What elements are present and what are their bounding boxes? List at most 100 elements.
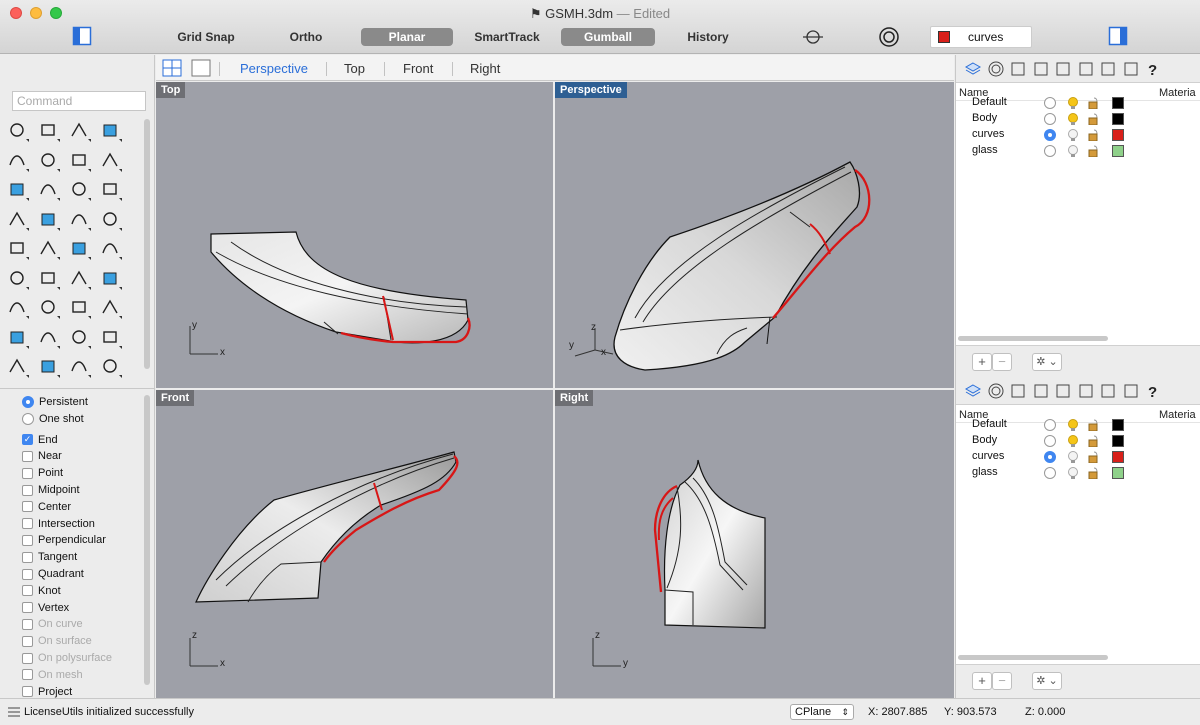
lightbulb-icon[interactable] [1066, 466, 1080, 480]
grid-icon[interactable] [68, 326, 96, 354]
checkbox[interactable] [22, 484, 33, 496]
materials-icon[interactable] [987, 382, 1005, 400]
tab-perspective[interactable]: Perspective [240, 61, 308, 76]
circle-icon[interactable] [6, 149, 34, 177]
horizontal-scrollbar[interactable] [958, 336, 1108, 341]
lightbulb-icon[interactable] [1066, 434, 1080, 448]
current-layer-radio[interactable] [1044, 129, 1056, 141]
osnap-quadrant[interactable]: Quadrant [22, 566, 84, 582]
osnap-on-curve[interactable]: On curve [22, 616, 83, 632]
ellipse-icon[interactable] [37, 149, 65, 177]
rebuild-icon[interactable] [68, 267, 96, 295]
box-icon[interactable] [6, 208, 34, 236]
checkbox[interactable] [22, 652, 33, 664]
extrude-icon[interactable] [99, 208, 127, 236]
layer-color-swatch[interactable] [1112, 145, 1124, 157]
checkbox[interactable] [22, 450, 33, 462]
lightbulb-icon[interactable] [1066, 144, 1080, 158]
horizontal-scrollbar[interactable] [958, 655, 1108, 660]
checkbox[interactable] [22, 618, 33, 630]
properties-icon[interactable] [1099, 60, 1117, 78]
lightbulb-icon[interactable] [1066, 96, 1080, 110]
planar-toggle[interactable]: Planar [361, 28, 453, 46]
lightbulb-icon[interactable] [1066, 128, 1080, 142]
current-layer-radio[interactable] [1044, 467, 1056, 479]
osnap-midpoint[interactable]: Midpoint [22, 482, 80, 498]
layer-color-swatch[interactable] [1112, 419, 1124, 431]
curve-icon[interactable] [99, 119, 127, 147]
layer-name[interactable]: Default [972, 96, 1007, 108]
add-layer-button[interactable]: + [972, 353, 992, 371]
arc-icon[interactable] [6, 178, 34, 206]
move-icon[interactable] [37, 296, 65, 324]
checkbox[interactable] [22, 467, 33, 479]
polyline-icon[interactable] [68, 119, 96, 147]
osnap-perpendicular[interactable]: Perpendicular [22, 532, 106, 548]
osnap-center[interactable]: Center [22, 499, 71, 515]
layer-color-swatch[interactable] [1112, 97, 1124, 109]
display-icon[interactable] [1122, 60, 1140, 78]
split-icon[interactable] [68, 237, 96, 265]
layout-icon[interactable] [99, 326, 127, 354]
viewport-perspective[interactable]: Perspective z y x [555, 82, 954, 388]
help-icon[interactable]: ? [1144, 382, 1162, 401]
edit-icon[interactable] [99, 296, 127, 324]
osnap-icon[interactable] [802, 27, 824, 47]
transform-icon[interactable] [6, 237, 34, 265]
lock-icon[interactable] [1088, 97, 1100, 110]
checkbox[interactable] [22, 635, 33, 647]
materials-icon[interactable] [987, 60, 1005, 78]
osnap-persistent[interactable]: Persistent [22, 394, 88, 410]
layer-row[interactable]: glass [956, 465, 1200, 481]
osnap-on-polysurface[interactable]: On polysurface [22, 650, 112, 666]
layer-row[interactable]: Default [956, 95, 1200, 111]
checkbox[interactable]: ✓ [22, 434, 33, 446]
layer-name[interactable]: glass [972, 466, 998, 478]
lock-icon[interactable] [1088, 145, 1100, 158]
tab-top[interactable]: Top [344, 61, 365, 76]
osnap-tangent[interactable]: Tangent [22, 549, 77, 565]
toggle-left-sidebar-icon[interactable] [72, 26, 94, 46]
lightbulb-icon[interactable] [1066, 450, 1080, 464]
checkbox[interactable] [22, 669, 33, 681]
layers-icon[interactable] [964, 60, 982, 78]
notes-icon[interactable] [1077, 382, 1095, 400]
lock-icon[interactable] [1088, 129, 1100, 142]
checkbox[interactable] [22, 501, 33, 513]
check-icon[interactable] [37, 355, 65, 383]
layer-row[interactable]: glass [956, 143, 1200, 159]
checkbox[interactable] [22, 568, 33, 580]
object-icon[interactable] [1032, 382, 1050, 400]
osnap-end[interactable]: ✓ End [22, 432, 58, 448]
layer-row[interactable]: Body [956, 111, 1200, 127]
layer-name[interactable]: Default [972, 418, 1007, 430]
point-icon[interactable] [37, 119, 65, 147]
osnap-one-shot[interactable]: One shot [22, 411, 84, 427]
add-layer-button[interactable]: + [972, 672, 992, 690]
osnap-knot[interactable]: Knot [22, 583, 61, 599]
osnap-scrollbar[interactable] [144, 395, 150, 685]
light-icon[interactable] [99, 355, 127, 383]
smarttrack-toggle[interactable]: SmartTrack [470, 28, 544, 46]
current-layer-selector[interactable]: curves [930, 26, 1032, 48]
osnap-intersection[interactable]: Intersection [22, 516, 95, 532]
dimension-icon[interactable] [37, 326, 65, 354]
polygon-icon[interactable] [68, 149, 96, 177]
lock-icon[interactable] [1088, 451, 1100, 464]
list-icon[interactable] [8, 707, 20, 717]
single-viewport-layout-icon[interactable] [191, 59, 211, 77]
layer-name[interactable]: Body [972, 434, 997, 446]
rectangle-icon[interactable] [99, 149, 127, 177]
layer-row[interactable]: Body [956, 433, 1200, 449]
layer-name[interactable]: curves [972, 128, 1004, 140]
command-input[interactable]: Command [12, 91, 146, 111]
current-layer-radio[interactable] [1044, 113, 1056, 125]
tool-palette-scrollbar[interactable] [144, 119, 150, 369]
gear-icon[interactable]: ✲ ⌄ [1032, 672, 1062, 690]
osnap-near[interactable]: Near [22, 448, 62, 464]
properties-icon[interactable] [1099, 382, 1117, 400]
boolean-icon[interactable] [37, 237, 65, 265]
sphere-icon[interactable] [37, 208, 65, 236]
layer-row[interactable]: curves [956, 127, 1200, 143]
four-viewport-layout-icon[interactable] [162, 59, 182, 77]
